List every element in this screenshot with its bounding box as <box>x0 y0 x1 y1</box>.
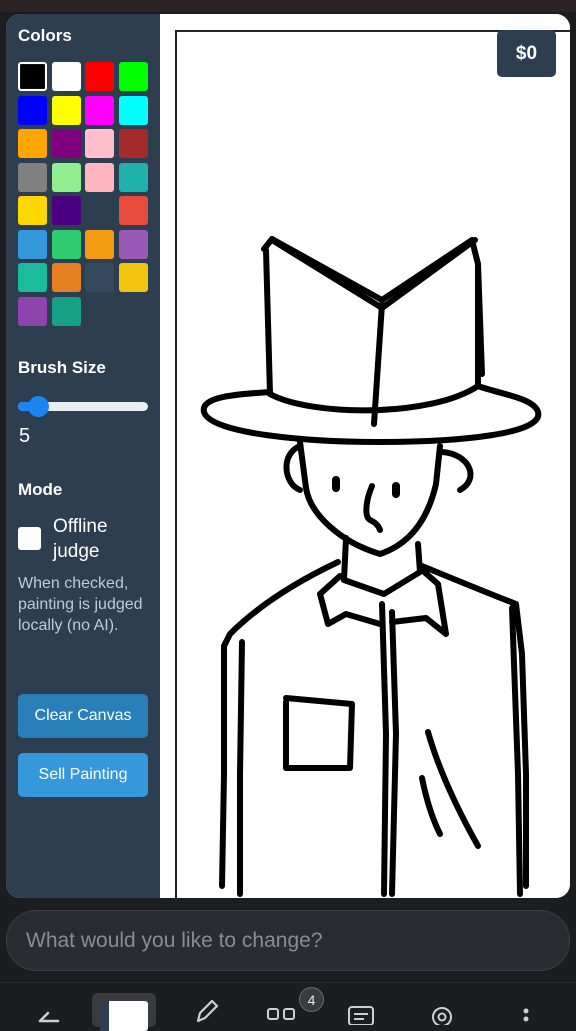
more-icon[interactable] <box>516 1005 536 1025</box>
color-swatch[interactable] <box>118 263 148 292</box>
brush-size-title: Brush Size <box>18 358 106 377</box>
color-swatch[interactable] <box>18 196 47 225</box>
color-swatch[interactable] <box>118 62 148 91</box>
status-strip <box>0 0 576 12</box>
color-swatch[interactable] <box>51 229 81 259</box>
color-swatch[interactable] <box>18 95 47 125</box>
mode-hint: When checked, painting is judged locally… <box>18 575 143 634</box>
app-frame: Colors Brush Size 5 Mode Offline judge W… <box>6 14 570 898</box>
back-icon[interactable] <box>30 993 60 1023</box>
color-swatch[interactable] <box>118 95 148 125</box>
tab-count-badge: 4 <box>299 987 324 1012</box>
color-swatch[interactable] <box>51 296 81 326</box>
color-swatch[interactable] <box>18 263 47 292</box>
color-swatch[interactable] <box>51 62 81 91</box>
color-swatch[interactable] <box>85 95 114 125</box>
tab-thumbnail-sidebar <box>100 1001 109 1031</box>
color-swatch[interactable] <box>85 229 114 259</box>
color-swatch[interactable] <box>85 196 114 225</box>
mode-title: Mode <box>18 480 63 499</box>
tabs-icon[interactable] <box>266 1005 298 1025</box>
drawing-canvas[interactable]: $0 <box>160 14 570 898</box>
color-swatch[interactable] <box>18 229 47 259</box>
color-swatch[interactable] <box>118 129 148 158</box>
color-swatch[interactable] <box>51 129 81 158</box>
settings-icon[interactable] <box>426 1003 458 1025</box>
tab-thumbnail[interactable] <box>92 993 156 1031</box>
sidebar: Colors Brush Size 5 Mode Offline judge W… <box>6 14 160 898</box>
color-swatch[interactable] <box>51 196 81 225</box>
color-swatch[interactable] <box>118 229 148 259</box>
sketch-drawing <box>200 236 542 897</box>
color-swatch[interactable] <box>51 95 81 125</box>
prompt-bar[interactable] <box>6 910 570 971</box>
bottom-navigation: 4 <box>0 982 576 1031</box>
color-swatch[interactable] <box>118 162 148 192</box>
brush-size-slider[interactable] <box>18 396 148 417</box>
pencil-icon[interactable] <box>192 997 220 1025</box>
color-swatch[interactable] <box>51 162 81 192</box>
color-swatch[interactable] <box>18 129 47 158</box>
color-swatch[interactable] <box>85 129 114 158</box>
sell-painting-button[interactable]: Sell Painting <box>18 753 148 797</box>
offline-judge-label[interactable]: Offline judge <box>53 514 153 564</box>
prompt-input[interactable] <box>26 928 546 953</box>
brush-size-value: 5 <box>19 425 31 447</box>
color-swatch[interactable] <box>118 196 148 225</box>
clear-canvas-button[interactable]: Clear Canvas <box>18 694 148 738</box>
color-palette <box>18 62 150 326</box>
color-swatch[interactable] <box>85 162 114 192</box>
color-swatch[interactable] <box>51 263 81 292</box>
color-swatch[interactable] <box>18 296 47 326</box>
color-swatch[interactable] <box>85 62 114 91</box>
color-swatch[interactable] <box>18 62 47 91</box>
offline-judge-checkbox[interactable] <box>18 527 41 550</box>
colors-title: Colors <box>18 26 72 45</box>
chat-icon[interactable] <box>346 1005 378 1025</box>
color-swatch[interactable] <box>85 263 114 292</box>
money-badge: $0 <box>497 30 556 77</box>
color-swatch[interactable] <box>18 162 47 192</box>
slider-thumb[interactable] <box>27 396 49 417</box>
